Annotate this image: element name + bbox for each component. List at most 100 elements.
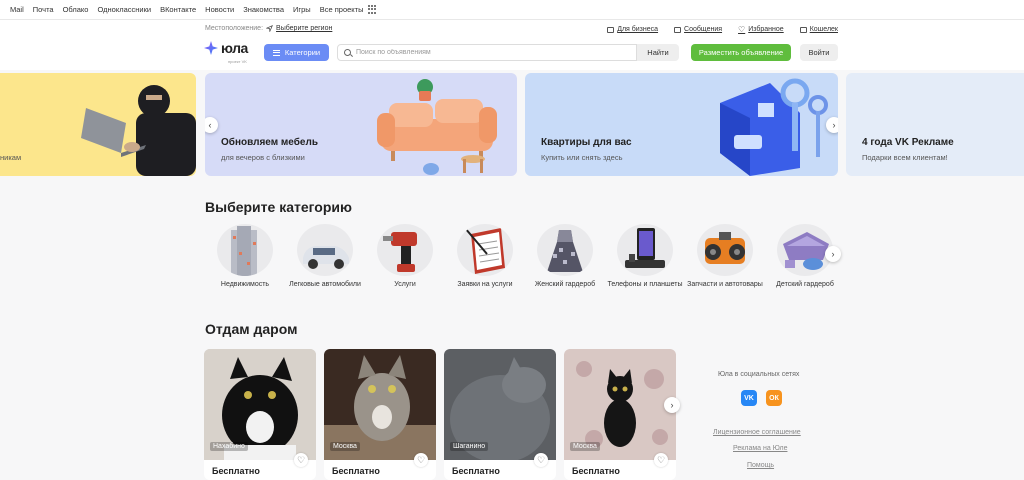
category-label: Заявки на услуги	[457, 281, 513, 288]
drill-icon	[377, 224, 433, 276]
phone-icon	[617, 224, 673, 276]
listing-card[interactable]: Нахабино ♡ Бесплатно	[204, 349, 316, 480]
login-button[interactable]: Войти	[800, 44, 838, 61]
search-input[interactable]	[356, 49, 616, 56]
wallet-icon	[799, 26, 807, 33]
briefcase-icon	[607, 26, 615, 33]
menu-icon	[272, 49, 280, 56]
favorites-label: Избранное	[748, 26, 784, 33]
ok-social-icon[interactable]: ОК	[766, 390, 782, 406]
category-label: Недвижимость	[220, 281, 270, 288]
advertising-link[interactable]: Реклама на Юле	[733, 445, 787, 452]
favorite-heart-icon[interactable]: ♡	[534, 453, 548, 467]
banner-0-subtitle: никам	[0, 153, 22, 162]
portal-link-cloud[interactable]: Облако	[63, 5, 89, 14]
category-auto-parts[interactable]: Запчасти и автотовары	[685, 224, 765, 290]
category-real-estate[interactable]: Недвижимость	[205, 224, 285, 290]
listing-price: Бесплатно	[572, 466, 620, 476]
portal-link-mail[interactable]: Mail	[10, 5, 24, 14]
banner-2-subtitle: Купить или снять здесь	[541, 153, 623, 162]
categories-next-button[interactable]: ›	[825, 246, 841, 262]
category-cars[interactable]: Легковые автомобили	[285, 224, 365, 290]
listing-price: Бесплатно	[212, 466, 260, 476]
listing-city: Москва	[330, 442, 360, 451]
vk-social-icon[interactable]: VK	[741, 390, 757, 406]
category-label: Детский гардероб	[776, 281, 834, 288]
categories-button[interactable]: Категории	[264, 44, 329, 61]
chevron-right-icon: ›	[670, 400, 674, 410]
favorite-heart-icon[interactable]: ♡	[654, 453, 668, 467]
messages-link[interactable]: Сообщения	[674, 25, 722, 34]
search-box	[337, 44, 637, 61]
chevron-right-icon: ›	[831, 249, 835, 259]
portal-link-pochta[interactable]: Почта	[33, 5, 54, 14]
listing-photo: Нахабино	[204, 349, 316, 460]
listing-photo: Шаганино	[444, 349, 556, 460]
building-icon	[217, 224, 273, 276]
business-link[interactable]: Для бизнеса	[607, 25, 658, 34]
clipboard-icon	[457, 224, 513, 276]
banner-3-title: 4 года VK Рекламе	[862, 137, 954, 148]
top-links: Для бизнеса Сообщения ♡ Избранное Кошелек	[607, 25, 838, 34]
engine-icon	[697, 224, 753, 276]
message-icon	[674, 26, 682, 33]
hacker-illustration	[81, 85, 196, 176]
banner-apartments[interactable]: Квартиры для вас Купить или снять здесь …	[525, 73, 838, 176]
post-ad-button[interactable]: Разместить объявление	[691, 44, 791, 61]
portal-link-news[interactable]: Новости	[205, 5, 234, 14]
category-label: Женский гардероб	[534, 281, 596, 288]
portal-link-games[interactable]: Игры	[293, 5, 311, 14]
category-service-requests[interactable]: Заявки на услуги	[445, 224, 525, 290]
keys-house-illustration	[720, 78, 828, 176]
banner-vk-ads[interactable]: 4 года VK Рекламе Подарки всем клиентам!	[846, 73, 1024, 176]
license-link[interactable]: Лицензионное соглашение	[713, 429, 801, 436]
category-label: Услуги	[394, 281, 416, 288]
business-label: Для бизнеса	[617, 26, 659, 33]
heart-icon: ♡	[738, 25, 746, 34]
chevron-right-icon: ›	[832, 120, 836, 130]
sofa-illustration	[377, 79, 497, 175]
banner-next-button[interactable]: ›	[826, 117, 838, 133]
logo-star-icon	[204, 41, 218, 55]
car-icon	[297, 224, 353, 276]
favorite-heart-icon[interactable]: ♡	[294, 453, 308, 467]
banner-security[interactable]: никам	[0, 73, 196, 176]
portal-link-all-projects[interactable]: Все проекты	[320, 5, 364, 14]
find-button[interactable]: Найти	[637, 44, 679, 61]
search-icon	[344, 49, 351, 56]
portal-link-dating[interactable]: Знакомства	[243, 5, 284, 14]
messages-label: Сообщения	[684, 26, 723, 33]
free-section-title: Отдам даром	[205, 321, 298, 337]
portal-link-ok[interactable]: Одноклассники	[97, 5, 151, 14]
portal-bar: Mail Почта Облако Одноклассники ВКонтакт…	[0, 0, 1024, 20]
logo-subtitle: проект VK	[228, 59, 247, 64]
listing-photo: Москва	[564, 349, 676, 460]
favorite-heart-icon[interactable]: ♡	[414, 453, 428, 467]
listing-city: Москва	[570, 442, 600, 451]
banner-prev-button[interactable]: ‹	[205, 117, 218, 133]
location-link[interactable]: Выберите регион	[276, 25, 332, 32]
categories-title: Выберите категорию	[205, 199, 352, 215]
location-arrow-icon	[266, 25, 274, 32]
wallet-link[interactable]: Кошелек	[799, 25, 838, 34]
category-services[interactable]: Услуги	[365, 224, 445, 290]
help-link[interactable]: Помощь	[747, 462, 774, 469]
category-list: Недвижимость Легковые автомобили Услуги …	[205, 224, 845, 290]
listing-card[interactable]: Москва ♡ Бесплатно	[564, 349, 676, 480]
location-selector: Местоположение: Выберите регион	[205, 25, 332, 32]
category-label: Телефоны и планшеты	[607, 281, 683, 288]
favorites-link[interactable]: ♡ Избранное	[738, 25, 784, 34]
category-phones[interactable]: Телефоны и планшеты	[605, 224, 685, 290]
banner-furniture[interactable]: Обновляем мебель для вечеров с близкими …	[205, 73, 517, 176]
listing-photo: Москва	[324, 349, 436, 460]
yula-logo[interactable]: юла	[204, 40, 248, 56]
category-women-wardrobe[interactable]: Женский гардероб	[525, 224, 605, 290]
apps-grid-icon[interactable]	[368, 5, 377, 14]
listings-next-button[interactable]: ›	[664, 397, 680, 413]
listing-card[interactable]: Москва ♡ Бесплатно	[324, 349, 436, 480]
banner-3-subtitle: Подарки всем клиентам!	[862, 153, 948, 162]
listing-card[interactable]: Шаганино ♡ Бесплатно	[444, 349, 556, 480]
portal-link-vk[interactable]: ВКонтакте	[160, 5, 196, 14]
banner-1-subtitle: для вечеров с близкими	[221, 153, 305, 162]
categories-button-label: Категории	[284, 48, 321, 57]
